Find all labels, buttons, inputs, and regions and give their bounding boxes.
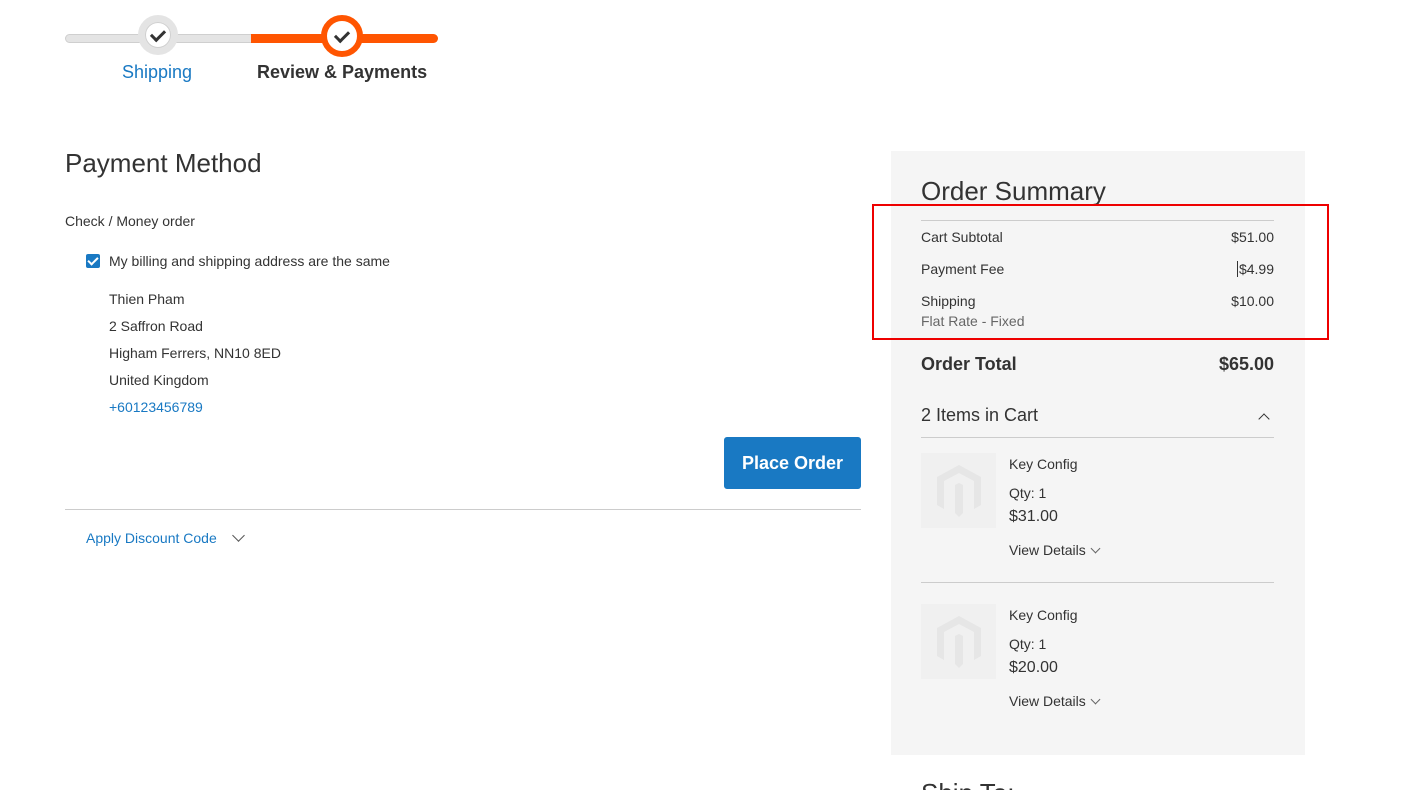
- step-review-marker: [321, 15, 363, 57]
- divider: [65, 509, 861, 510]
- address-phone-link[interactable]: +60123456789: [109, 394, 281, 421]
- chevron-down-icon[interactable]: [1090, 543, 1101, 553]
- view-details-toggle[interactable]: View Details: [1009, 693, 1101, 709]
- cart-item: Key Config Qty: 1 $31.00 View Details: [921, 453, 1274, 583]
- item-price: $20.00: [1009, 659, 1058, 676]
- step-shipping-marker[interactable]: [138, 15, 178, 55]
- payment-method-title: Payment Method: [65, 148, 262, 178]
- apply-discount-label[interactable]: Apply Discount Code: [86, 530, 217, 546]
- checkmark-icon: [149, 25, 167, 42]
- view-details-label[interactable]: View Details: [1009, 693, 1086, 709]
- same-address-option[interactable]: My billing and shipping address are the …: [86, 253, 390, 269]
- chevron-up-icon[interactable]: [1258, 412, 1270, 425]
- address-name: Thien Pham: [109, 291, 185, 307]
- item-price: $31.00: [1009, 508, 1058, 525]
- same-address-checkbox[interactable]: [86, 254, 100, 268]
- checkout-progress-bar: Shipping Review & Payments: [65, 14, 438, 89]
- same-address-label[interactable]: My billing and shipping address are the …: [109, 253, 390, 269]
- product-placeholder-icon: [936, 464, 981, 517]
- place-order-button[interactable]: Place Order: [724, 437, 861, 489]
- product-thumbnail: [921, 604, 996, 679]
- items-in-cart-heading[interactable]: 2 Items in Cart: [921, 405, 1038, 426]
- item-qty: Qty: 1: [1009, 485, 1047, 501]
- checkmark-icon: [333, 26, 351, 43]
- item-name: Key Config: [1009, 456, 1078, 472]
- address-country: United Kingdom: [109, 372, 209, 388]
- product-thumbnail: [921, 453, 996, 528]
- step-review-label: Review & Payments: [257, 62, 428, 82]
- address-street: 2 Saffron Road: [109, 318, 203, 334]
- divider: [921, 582, 1274, 583]
- billing-address: Thien Pham 2 Saffron Road Higham Ferrers…: [109, 286, 281, 421]
- ship-to-heading: Ship To:: [921, 778, 1014, 790]
- address-city: Higham Ferrers, NN10 8ED: [109, 345, 281, 361]
- view-details-toggle[interactable]: View Details: [1009, 542, 1101, 558]
- divider: [921, 437, 1274, 438]
- step-shipping-link[interactable]: Shipping: [122, 62, 192, 83]
- product-placeholder-icon: [936, 615, 981, 668]
- order-total-row: Order Total $65.00: [921, 354, 1274, 375]
- chevron-down-icon[interactable]: [1090, 694, 1101, 704]
- cart-item: Key Config Qty: 1 $20.00 View Details: [921, 604, 1274, 734]
- item-qty: Qty: 1: [1009, 636, 1047, 652]
- payment-method-name[interactable]: Check / Money order: [65, 213, 195, 229]
- items-in-cart-toggle[interactable]: 2 Items in Cart: [921, 405, 1274, 426]
- chevron-down-icon[interactable]: [231, 529, 245, 542]
- item-name: Key Config: [1009, 607, 1078, 623]
- order-total-value: $65.00: [1218, 354, 1274, 374]
- order-total-label: Order Total: [921, 354, 1017, 374]
- view-details-label[interactable]: View Details: [1009, 542, 1086, 558]
- apply-discount-toggle[interactable]: Apply Discount Code: [86, 529, 245, 546]
- order-summary-title: Order Summary: [921, 176, 1106, 206]
- highlight-annotation-box: [872, 204, 1329, 340]
